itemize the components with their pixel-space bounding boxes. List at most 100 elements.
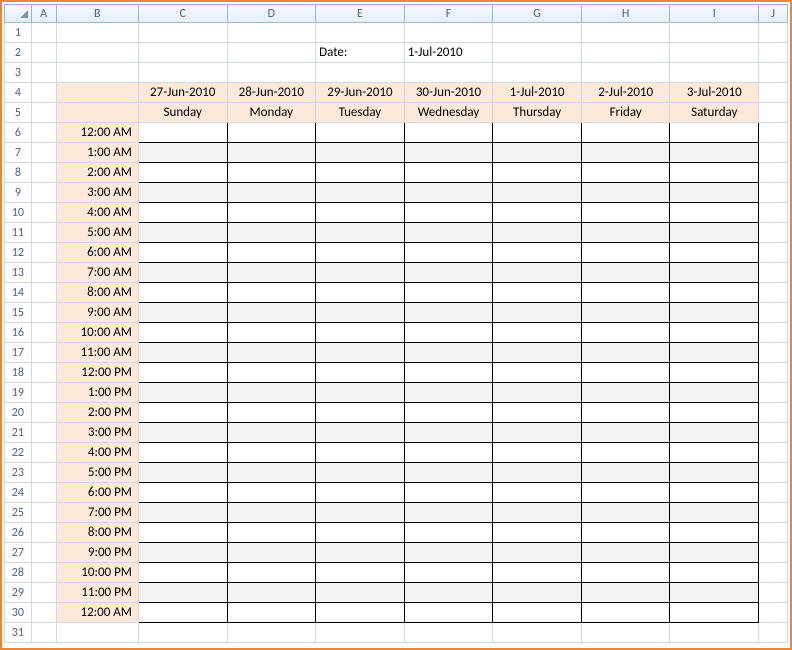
day-header-2[interactable]: Tuesday	[316, 103, 405, 123]
schedule-cell-r0-c3[interactable]	[404, 123, 493, 143]
schedule-cell-r13-c0[interactable]	[138, 383, 227, 403]
schedule-cell-r3-c0[interactable]	[138, 183, 227, 203]
cell-31-B[interactable]	[56, 623, 138, 643]
schedule-cell-r21-c0[interactable]	[138, 543, 227, 563]
cell-1-E[interactable]	[316, 23, 405, 43]
row-header-11[interactable]: 11	[5, 223, 32, 243]
time-label-8[interactable]: 8:00 AM	[56, 283, 138, 303]
time-label-20[interactable]: 8:00 PM	[56, 523, 138, 543]
schedule-cell-r16-c1[interactable]	[227, 443, 316, 463]
day-header-1[interactable]: Monday	[227, 103, 316, 123]
schedule-cell-r20-c6[interactable]	[670, 523, 759, 543]
cell-8-J[interactable]	[759, 163, 788, 183]
schedule-cell-r23-c2[interactable]	[316, 583, 405, 603]
schedule-cell-r3-c6[interactable]	[670, 183, 759, 203]
time-label-7[interactable]: 7:00 AM	[56, 263, 138, 283]
schedule-cell-r8-c4[interactable]	[493, 283, 582, 303]
schedule-cell-r12-c0[interactable]	[138, 363, 227, 383]
col-header-G[interactable]: G	[493, 5, 582, 23]
time-label-13[interactable]: 1:00 PM	[56, 383, 138, 403]
schedule-cell-r13-c4[interactable]	[493, 383, 582, 403]
schedule-cell-r4-c5[interactable]	[581, 203, 670, 223]
cell-31-C[interactable]	[138, 623, 227, 643]
cell-3-E[interactable]	[316, 63, 405, 83]
schedule-cell-r20-c4[interactable]	[493, 523, 582, 543]
schedule-cell-r17-c2[interactable]	[316, 463, 405, 483]
schedule-cell-r22-c2[interactable]	[316, 563, 405, 583]
row-header-19[interactable]: 19	[5, 383, 32, 403]
schedule-cell-r4-c6[interactable]	[670, 203, 759, 223]
cell-3-C[interactable]	[138, 63, 227, 83]
schedule-cell-r13-c3[interactable]	[404, 383, 493, 403]
row-header-27[interactable]: 27	[5, 543, 32, 563]
row-header-28[interactable]: 28	[5, 563, 32, 583]
date-header-5[interactable]: 2-Jul-2010	[581, 83, 670, 103]
cell-12-A[interactable]	[31, 243, 56, 263]
schedule-cell-r16-c4[interactable]	[493, 443, 582, 463]
schedule-cell-r18-c3[interactable]	[404, 483, 493, 503]
schedule-cell-r17-c3[interactable]	[404, 463, 493, 483]
schedule-cell-r9-c2[interactable]	[316, 303, 405, 323]
cell-1-A[interactable]	[31, 23, 56, 43]
schedule-cell-r23-c5[interactable]	[581, 583, 670, 603]
schedule-cell-r23-c1[interactable]	[227, 583, 316, 603]
schedule-cell-r2-c2[interactable]	[316, 163, 405, 183]
schedule-cell-r4-c3[interactable]	[404, 203, 493, 223]
cell-31-F[interactable]	[404, 623, 493, 643]
schedule-cell-r1-c4[interactable]	[493, 143, 582, 163]
cell-27-A[interactable]	[31, 543, 56, 563]
cell-18-J[interactable]	[759, 363, 788, 383]
time-label-15[interactable]: 3:00 PM	[56, 423, 138, 443]
schedule-cell-r21-c4[interactable]	[493, 543, 582, 563]
cell-11-J[interactable]	[759, 223, 788, 243]
cell-31-A[interactable]	[31, 623, 56, 643]
schedule-cell-r15-c0[interactable]	[138, 423, 227, 443]
row-header-25[interactable]: 25	[5, 503, 32, 523]
schedule-cell-r9-c6[interactable]	[670, 303, 759, 323]
cell-9-A[interactable]	[31, 183, 56, 203]
row-header-7[interactable]: 7	[5, 143, 32, 163]
schedule-cell-r11-c4[interactable]	[493, 343, 582, 363]
schedule-cell-r20-c1[interactable]	[227, 523, 316, 543]
schedule-cell-r12-c6[interactable]	[670, 363, 759, 383]
schedule-cell-r9-c3[interactable]	[404, 303, 493, 323]
cell-28-J[interactable]	[759, 563, 788, 583]
schedule-cell-r24-c0[interactable]	[138, 603, 227, 623]
schedule-cell-r4-c2[interactable]	[316, 203, 405, 223]
schedule-cell-r8-c1[interactable]	[227, 283, 316, 303]
schedule-cell-r11-c6[interactable]	[670, 343, 759, 363]
cell-1-D[interactable]	[227, 23, 316, 43]
schedule-cell-r20-c2[interactable]	[316, 523, 405, 543]
schedule-cell-r22-c0[interactable]	[138, 563, 227, 583]
time-label-4[interactable]: 4:00 AM	[56, 203, 138, 223]
cell-10-J[interactable]	[759, 203, 788, 223]
schedule-cell-r1-c5[interactable]	[581, 143, 670, 163]
schedule-cell-r16-c2[interactable]	[316, 443, 405, 463]
schedule-cell-r24-c4[interactable]	[493, 603, 582, 623]
row-header-15[interactable]: 15	[5, 303, 32, 323]
schedule-cell-r17-c6[interactable]	[670, 463, 759, 483]
schedule-cell-r11-c5[interactable]	[581, 343, 670, 363]
cell-24-A[interactable]	[31, 483, 56, 503]
cell-10-A[interactable]	[31, 203, 56, 223]
row-header-21[interactable]: 21	[5, 423, 32, 443]
cell-4-J[interactable]	[759, 83, 788, 103]
schedule-cell-r14-c2[interactable]	[316, 403, 405, 423]
cell-15-A[interactable]	[31, 303, 56, 323]
schedule-cell-r1-c0[interactable]	[138, 143, 227, 163]
cell-1-C[interactable]	[138, 23, 227, 43]
col-header-J[interactable]: J	[759, 5, 788, 23]
row-header-29[interactable]: 29	[5, 583, 32, 603]
cell-24-J[interactable]	[759, 483, 788, 503]
schedule-cell-r6-c1[interactable]	[227, 243, 316, 263]
cell-1-G[interactable]	[493, 23, 582, 43]
day-header-0[interactable]: Sunday	[138, 103, 227, 123]
col-header-B[interactable]: B	[56, 5, 138, 23]
cell-16-J[interactable]	[759, 323, 788, 343]
cell-3-J[interactable]	[759, 63, 788, 83]
schedule-cell-r16-c3[interactable]	[404, 443, 493, 463]
cell-23-A[interactable]	[31, 463, 56, 483]
row-header-17[interactable]: 17	[5, 343, 32, 363]
schedule-cell-r19-c6[interactable]	[670, 503, 759, 523]
select-all-corner[interactable]	[5, 5, 32, 23]
